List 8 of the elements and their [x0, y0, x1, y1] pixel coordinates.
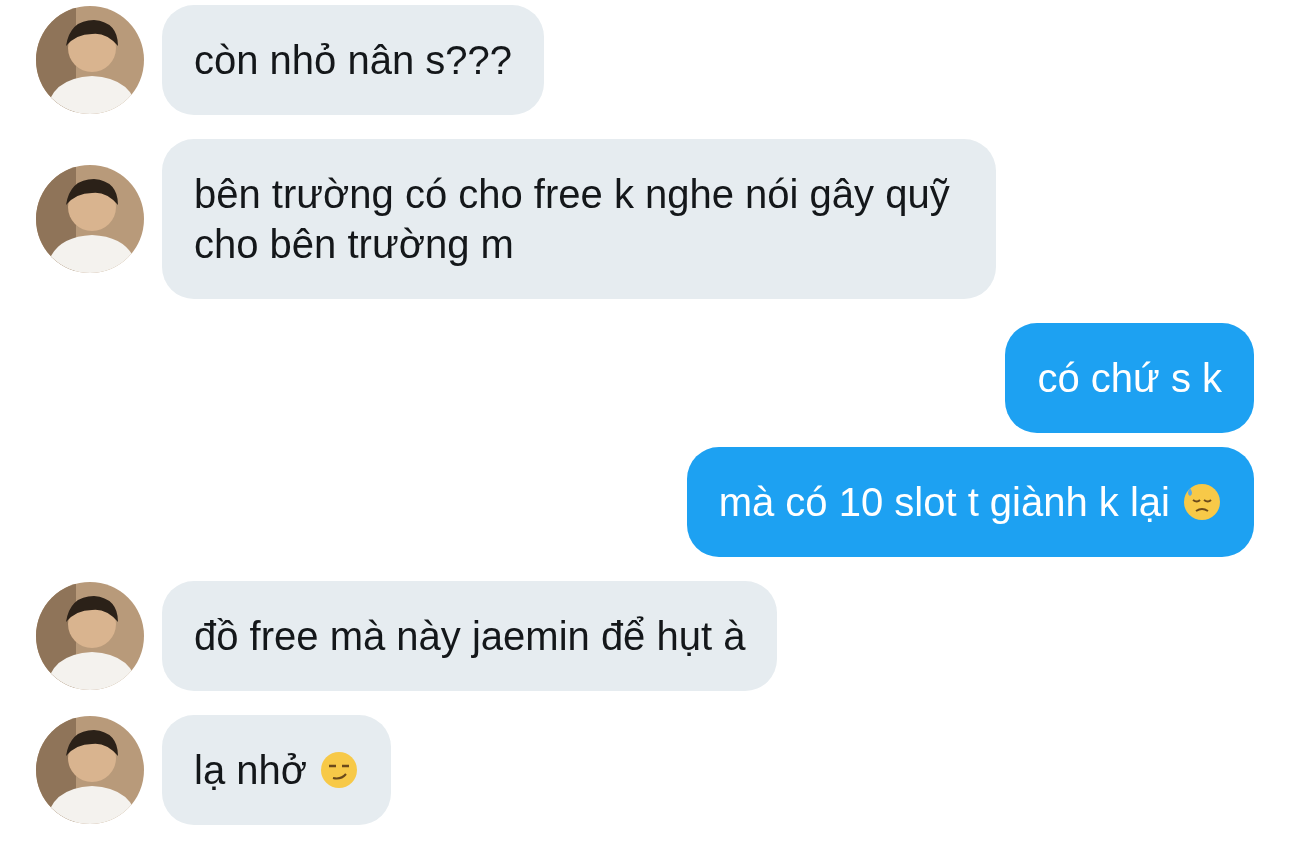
smirk-face-icon	[318, 750, 359, 790]
message-bubble: còn nhỏ nân s???	[162, 5, 545, 115]
sweat-face-icon	[1182, 482, 1222, 522]
message-bubble: lạ nhở	[162, 715, 391, 825]
message-bubble: mà có 10 slot t giành k lại	[686, 447, 1254, 557]
message-bubble: bên trường có cho free k nghe nói gây quỹ cho bên trường m	[162, 139, 996, 299]
message-bubble: có chứ s k	[1005, 323, 1254, 433]
message-bubble: đồ free mà này jaemin để hụt à	[162, 581, 778, 691]
